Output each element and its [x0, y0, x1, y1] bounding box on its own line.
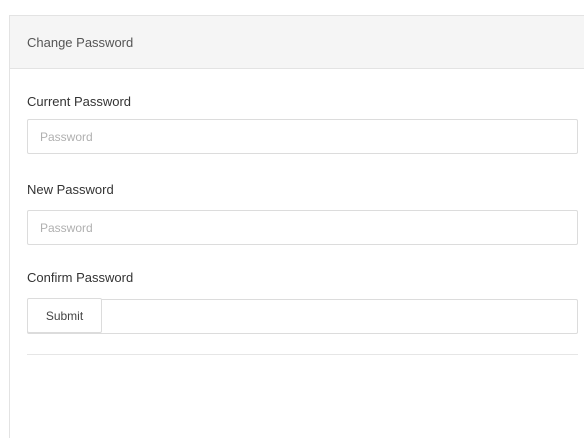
panel-header: Change Password [10, 16, 584, 69]
new-password-label: New Password [27, 182, 114, 197]
new-password-input[interactable] [27, 210, 578, 245]
form-divider [27, 354, 578, 355]
panel-title: Change Password [27, 35, 134, 50]
confirm-password-label: Confirm Password [27, 270, 134, 285]
confirm-password-input[interactable] [27, 299, 578, 334]
current-password-input[interactable] [27, 119, 578, 154]
current-password-label: Current Password [27, 94, 132, 109]
change-password-panel: Change Password Current Password New Pas… [9, 15, 584, 438]
submit-button[interactable]: Submit [27, 298, 102, 333]
